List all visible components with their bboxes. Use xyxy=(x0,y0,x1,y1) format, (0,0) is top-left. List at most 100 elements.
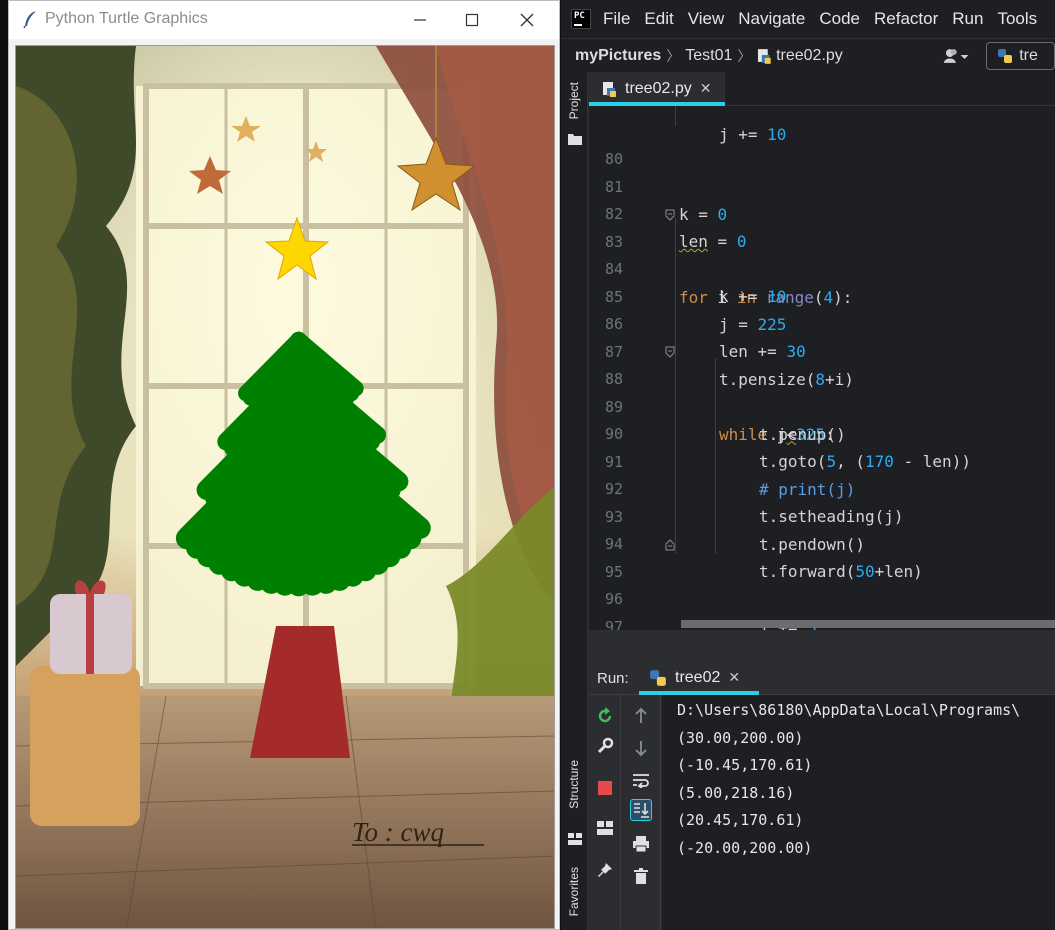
menu-code[interactable]: Code xyxy=(819,9,860,29)
code-line-96: 96 xyxy=(589,558,1055,608)
run-configuration-select[interactable]: tre xyxy=(986,41,1055,70)
scroll-up-button[interactable] xyxy=(630,705,652,727)
left-tool-strip: Project Structure Favorites xyxy=(561,72,588,930)
rerun-icon xyxy=(598,707,611,723)
breadcrumb-separator: 〉 xyxy=(737,48,752,65)
minimize-icon xyxy=(414,19,426,21)
run-tab-label: tree02 xyxy=(675,668,721,686)
maximize-icon xyxy=(465,13,479,27)
folder-icon[interactable] xyxy=(567,132,583,146)
run-panel-header: Run: tree02 ✕ xyxy=(589,660,1055,695)
code-line-81: 81 k = 0 xyxy=(589,146,1055,225)
editor-tab-bar: tree02.py ✕ xyxy=(589,72,1055,106)
minimize-button[interactable] xyxy=(397,7,443,33)
horizontal-scrollbar[interactable] xyxy=(681,620,1055,628)
arrow-down-icon xyxy=(634,741,647,756)
pycharm-logo-icon: PC xyxy=(571,9,591,29)
fold-end-marker-icon[interactable] xyxy=(665,539,675,551)
turtle-canvas-frame[interactable]: To : cwq xyxy=(15,45,555,929)
print-icon xyxy=(632,836,649,852)
menu-file[interactable]: File xyxy=(603,9,630,29)
turtle-canvas[interactable]: To : cwq xyxy=(16,46,555,929)
structure-icon[interactable] xyxy=(567,832,583,846)
close-tab-icon[interactable]: ✕ xyxy=(700,81,712,97)
menu-view[interactable]: View xyxy=(688,9,725,29)
menu-bar: PC File Edit View Navigate Code Refactor… xyxy=(561,0,1055,38)
turtle-window: Python Turtle Graphics To: cwq xyxy=(8,0,560,930)
console-line: (-20.00,200.00) xyxy=(677,839,813,857)
python-file-icon xyxy=(603,82,616,97)
code-line-95: 95 j += 5 xyxy=(589,531,1055,630)
code-line-92: 92 t.setheading(j) xyxy=(589,448,1055,527)
menu-tools[interactable]: Tools xyxy=(997,9,1037,29)
code-line-91: 91 # print(j) xyxy=(589,421,1055,500)
run-configuration-label: tre xyxy=(1019,46,1038,64)
user-icon[interactable] xyxy=(943,47,970,65)
breadcrumb-project[interactable]: myPictures xyxy=(575,47,661,65)
code-line-89: 89 t.penup() xyxy=(589,366,1055,445)
code-line-88: 88 while j<325: xyxy=(589,338,1055,444)
layout-button[interactable] xyxy=(594,817,616,839)
panel-divider[interactable] xyxy=(589,630,1055,660)
settings-wrench-button[interactable] xyxy=(594,735,616,757)
close-window-button[interactable] xyxy=(504,7,550,33)
turtle-title-bar[interactable]: Python Turtle Graphics xyxy=(9,1,559,39)
scroll-to-end-button[interactable] xyxy=(629,799,652,821)
structure-tool-tab[interactable]: Structure xyxy=(567,760,581,809)
code-line-86: 86 len += 30 xyxy=(589,283,1055,362)
scroll-down-button[interactable] xyxy=(630,737,652,759)
print-button[interactable] xyxy=(630,833,652,855)
turtle-window-title: Python Turtle Graphics xyxy=(45,10,208,27)
code-line-93: 93 t.pendown() xyxy=(589,476,1055,555)
code-line-97: 97 t.exitonclick() xyxy=(589,586,1055,631)
feather-icon xyxy=(23,11,36,29)
python-icon xyxy=(998,48,1013,63)
code-line-87: 87 t.pensize(8+i) xyxy=(589,311,1055,390)
layout-icon xyxy=(596,821,613,835)
console-line: (-10.45,170.61) xyxy=(677,756,813,774)
code-line-90: 90 t.goto(5, (170 - len)) xyxy=(589,393,1055,472)
breadcrumb-folder[interactable]: Test01 xyxy=(685,47,732,65)
console-line: D:\Users\86180\AppData\Local\Programs\ xyxy=(677,701,1021,719)
menu-navigate[interactable]: Navigate xyxy=(738,9,805,29)
python-icon xyxy=(650,669,666,686)
run-toolbar-primary xyxy=(589,695,621,930)
run-toolbar-secondary xyxy=(621,695,661,930)
code-line-84: 84 k += 10 xyxy=(589,228,1055,307)
navigation-bar: myPictures 〉 Test01 〉 tree02.py tre xyxy=(561,38,1055,72)
tab-tree02-py[interactable]: tree02.py ✕ xyxy=(589,72,726,106)
project-tool-tab[interactable]: Project xyxy=(567,82,581,119)
stop-button[interactable] xyxy=(594,777,616,799)
close-icon xyxy=(520,13,534,27)
stop-icon xyxy=(597,781,612,795)
fold-marker-icon[interactable] xyxy=(665,209,675,221)
soft-wrap-button[interactable] xyxy=(630,769,652,791)
wrench-icon xyxy=(597,737,613,754)
clear-output-button[interactable] xyxy=(630,865,652,887)
maximize-button[interactable] xyxy=(449,7,495,33)
close-run-tab-icon[interactable]: ✕ xyxy=(728,670,740,686)
menu-edit[interactable]: Edit xyxy=(644,9,673,29)
run-console-output[interactable]: D:\Users\86180\AppData\Local\Programs\ (… xyxy=(662,695,1055,930)
python-file-icon xyxy=(758,48,772,64)
ide-window: PC File Edit View Navigate Code Refactor… xyxy=(561,0,1055,930)
fold-marker-icon[interactable] xyxy=(665,346,675,358)
code-line-80: 80 xyxy=(589,118,1055,168)
trash-icon xyxy=(633,868,648,884)
rerun-button[interactable] xyxy=(594,705,616,727)
dedication-text: To : cwq xyxy=(352,817,444,847)
console-line: (30.00,200.00) xyxy=(677,729,804,747)
code-editor[interactable]: j += 10 80 81 k = 0 82 len = 0 83 for i … xyxy=(589,106,1055,630)
arrow-up-icon xyxy=(634,708,647,723)
pin-icon xyxy=(597,863,612,877)
menu-run[interactable]: Run xyxy=(952,9,983,29)
code-line-82: 82 len = 0 xyxy=(589,173,1055,252)
breadcrumb-file[interactable]: tree02.py xyxy=(776,47,843,65)
menu-refactor[interactable]: Refactor xyxy=(874,9,938,29)
run-tab-tree02[interactable]: tree02 ✕ xyxy=(639,660,759,695)
pin-tab-button[interactable] xyxy=(594,859,616,881)
code-line-83: 83 for i in range(4): xyxy=(589,201,1055,307)
favorites-tool-tab[interactable]: Favorites xyxy=(567,867,581,916)
console-line: (5.00,218.16) xyxy=(677,784,795,802)
code-line-85: 85 j = 225 xyxy=(589,256,1055,335)
